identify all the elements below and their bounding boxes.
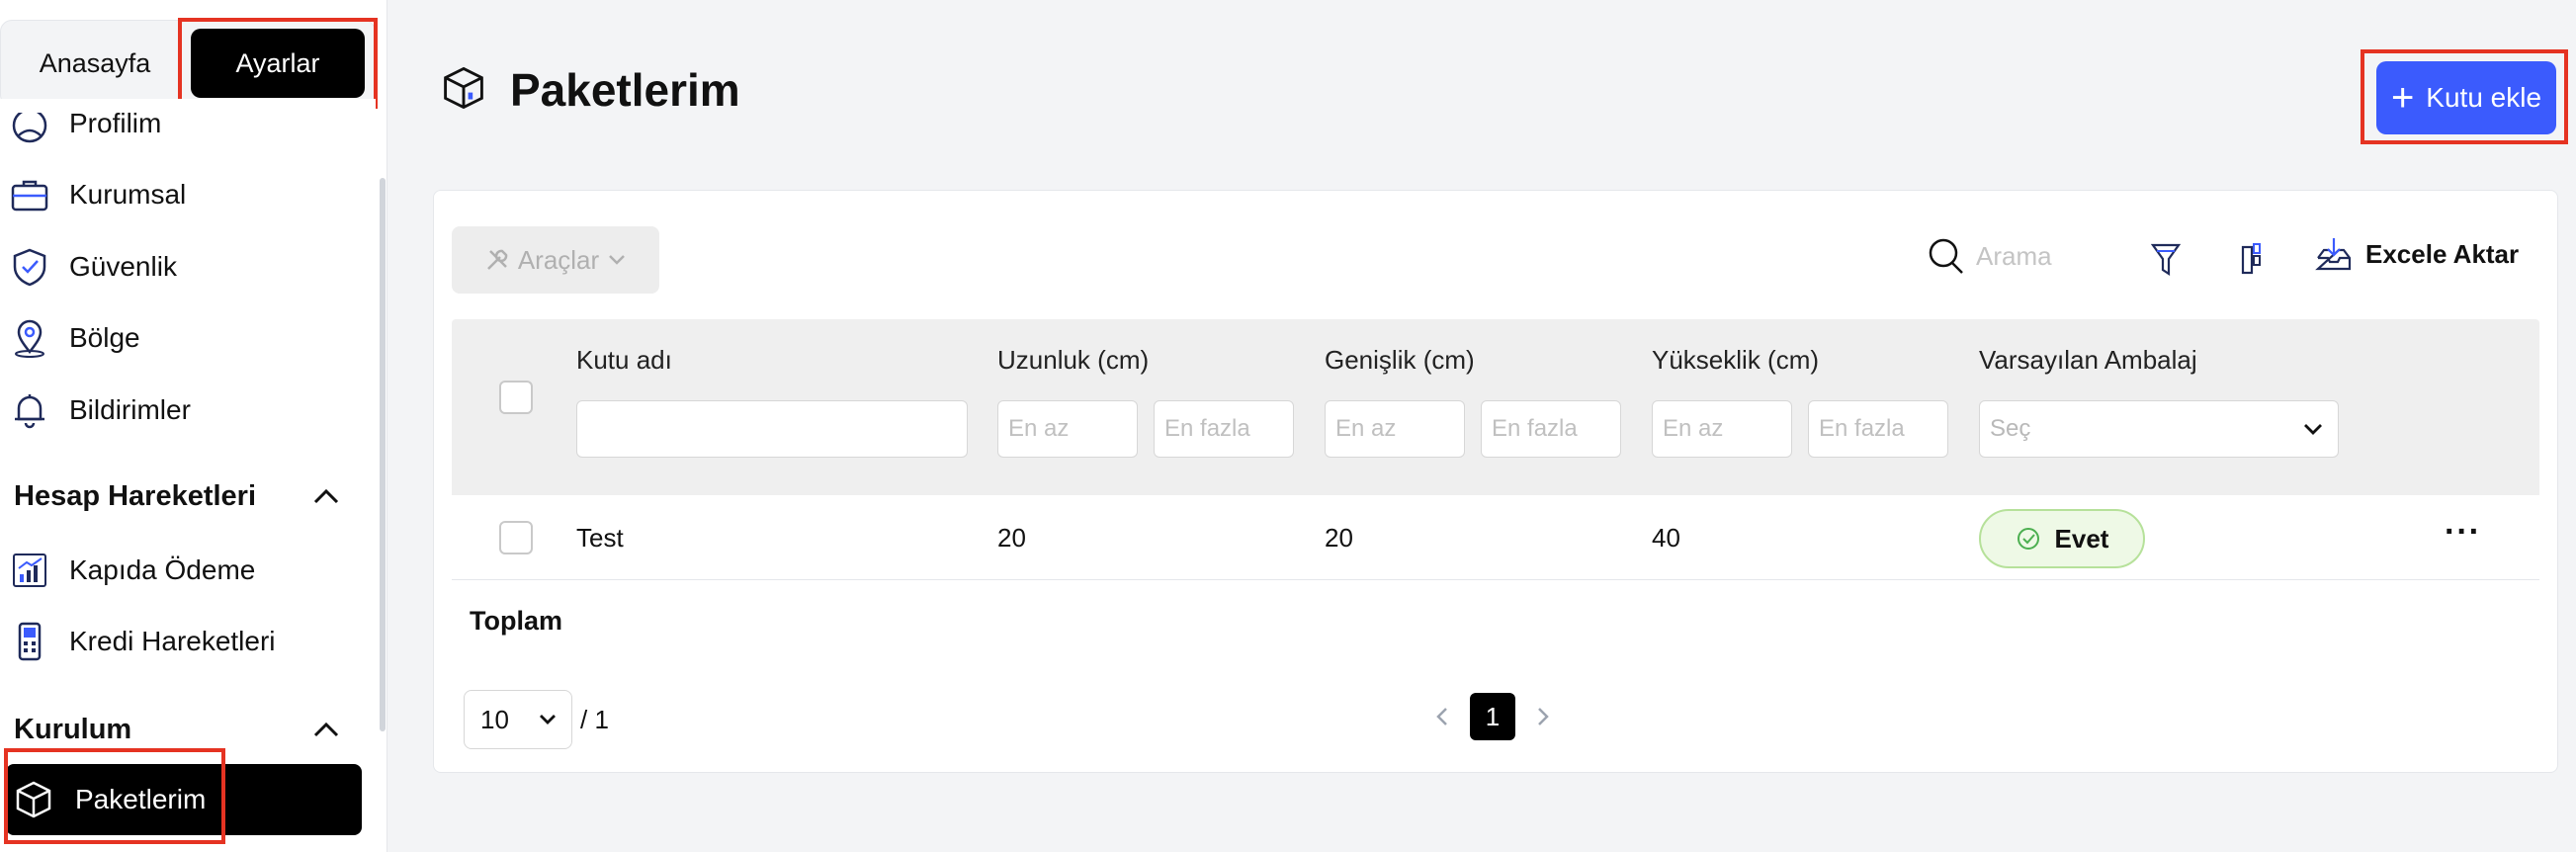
- tools-label: Araçlar: [517, 244, 600, 275]
- box-icon: [441, 65, 486, 116]
- section-account[interactable]: Hesap Hareketleri: [14, 480, 340, 513]
- page-size-select[interactable]: 10: [464, 690, 572, 749]
- status-badge: Evet: [1979, 509, 2145, 568]
- top-nav: Anasayfa Ayarlar: [0, 20, 376, 107]
- page-count: / 1: [580, 705, 609, 734]
- sidebar-item-bildirimler[interactable]: Bildirimler: [10, 385, 191, 435]
- sidebar-item-label: Güvenlik: [69, 251, 177, 282]
- cell-width: 20: [1325, 523, 1353, 553]
- section-setup-title: Kurulum: [14, 714, 132, 745]
- page-size-value: 10: [480, 704, 509, 734]
- filter-length-min[interactable]: [997, 400, 1138, 458]
- chevron-right-icon: [1538, 708, 1549, 725]
- pos-terminal-icon: [10, 622, 49, 661]
- download-tray-icon: [2315, 238, 2352, 271]
- filter-height-min[interactable]: [1652, 400, 1792, 458]
- select-placeholder: Seç: [1990, 415, 2031, 442]
- shield-check-icon: [10, 247, 49, 287]
- column-header-name[interactable]: Kutu adı: [576, 345, 672, 376]
- cell-name: Test: [576, 523, 624, 553]
- check-circle-icon: [2016, 526, 2041, 552]
- packages-card: Araçlar Excele Aktar Kutu adı Uzunluk (c…: [433, 190, 2558, 773]
- sidebar-item-label: Bildirimler: [69, 394, 191, 425]
- filter-length-max[interactable]: [1154, 400, 1294, 458]
- sidebar-item-paketlerim[interactable]: Paketlerim: [6, 764, 362, 835]
- bell-icon: [10, 390, 49, 430]
- filter-width-min[interactable]: [1325, 400, 1465, 458]
- prev-page-button[interactable]: [1422, 693, 1462, 740]
- home-button[interactable]: Anasayfa: [11, 29, 179, 98]
- plus-icon: +: [2390, 76, 2415, 120]
- sidebar-item-kurumsal[interactable]: Kurumsal: [10, 170, 186, 219]
- map-pin-icon: [10, 318, 49, 358]
- page-header: Paketlerim: [441, 63, 740, 117]
- sidebar: Anasayfa Ayarlar Profilim Kurumsal Güven…: [0, 0, 387, 852]
- filter-button[interactable]: [2146, 238, 2186, 282]
- table-row[interactable]: Test 20 20 40 Evet ···: [452, 495, 2539, 580]
- row-checkbox[interactable]: [499, 521, 533, 554]
- cell-length: 20: [997, 523, 1026, 553]
- tools-icon: [486, 249, 508, 270]
- chevron-up-icon: [312, 714, 340, 746]
- tools-dropdown[interactable]: Araçlar: [452, 226, 659, 294]
- chevron-down-icon: [540, 715, 556, 724]
- next-page-button[interactable]: [1523, 693, 1563, 740]
- chevron-up-icon: [312, 480, 340, 513]
- settings-button[interactable]: Ayarlar: [191, 29, 365, 98]
- sidebar-item-label: Kapıda Ödeme: [69, 554, 256, 585]
- sidebar-item-label: Paketlerim: [75, 784, 207, 814]
- briefcase-icon: [10, 175, 49, 214]
- columns-button[interactable]: [2231, 238, 2271, 282]
- sidebar-item-label: Kurumsal: [69, 179, 187, 210]
- filter-name-input[interactable]: [576, 400, 968, 458]
- section-setup[interactable]: Kurulum: [14, 714, 340, 746]
- box-icon: [14, 780, 53, 819]
- column-header-height[interactable]: Yükseklik (cm): [1652, 345, 1819, 376]
- search-input[interactable]: [1976, 240, 2124, 272]
- sidebar-scrollbar[interactable]: [380, 178, 386, 731]
- chart-icon: [10, 551, 49, 590]
- chevron-left-icon: [1436, 708, 1447, 725]
- export-excel-label: Excele Aktar: [2365, 238, 2520, 269]
- page-1-button[interactable]: 1: [1470, 693, 1515, 740]
- pagination: 1: [1422, 693, 1563, 740]
- column-header-default-package[interactable]: Varsayılan Ambalaj: [1979, 345, 2197, 376]
- section-account-title: Hesap Hareketleri: [14, 480, 257, 512]
- filter-default-select[interactable]: Seç: [1979, 400, 2339, 458]
- search-box[interactable]: [1927, 236, 2124, 276]
- column-header-length[interactable]: Uzunluk (cm): [997, 345, 1149, 376]
- add-box-button[interactable]: + Kutu ekle: [2376, 61, 2556, 134]
- filter-icon: [2151, 243, 2181, 277]
- cell-height: 40: [1652, 523, 1680, 553]
- more-actions-icon[interactable]: ···: [2445, 513, 2481, 552]
- status-badge-label: Evet: [2054, 523, 2109, 554]
- sidebar-item-label: Kredi Hareketleri: [69, 626, 276, 656]
- chevron-down-icon: [609, 255, 626, 265]
- chevron-down-icon: [2304, 424, 2322, 435]
- columns-icon: [2241, 243, 2261, 275]
- sidebar-item-kredi[interactable]: Kredi Hareketleri: [10, 617, 276, 666]
- sidebar-item-bolge[interactable]: Bölge: [10, 313, 140, 363]
- column-header-width[interactable]: Genişlik (cm): [1325, 345, 1475, 376]
- export-excel-button[interactable]: Excele Aktar: [2314, 234, 2519, 274]
- sidebar-item-guvenlik[interactable]: Güvenlik: [10, 242, 177, 292]
- filter-width-max[interactable]: [1481, 400, 1621, 458]
- topnav-mask: [0, 99, 376, 113]
- search-icon: [1929, 238, 1963, 274]
- total-label: Toplam: [470, 606, 562, 636]
- select-all-checkbox[interactable]: [499, 381, 533, 414]
- add-box-label: Kutu ekle: [2426, 82, 2542, 113]
- filter-height-max[interactable]: [1808, 400, 1948, 458]
- sidebar-item-kapida-odeme[interactable]: Kapıda Ödeme: [10, 546, 255, 595]
- page-title: Paketlerim: [510, 64, 740, 116]
- sidebar-item-label: Bölge: [69, 322, 140, 353]
- table-header: Kutu adı Uzunluk (cm) Genişlik (cm) Yüks…: [452, 319, 2539, 495]
